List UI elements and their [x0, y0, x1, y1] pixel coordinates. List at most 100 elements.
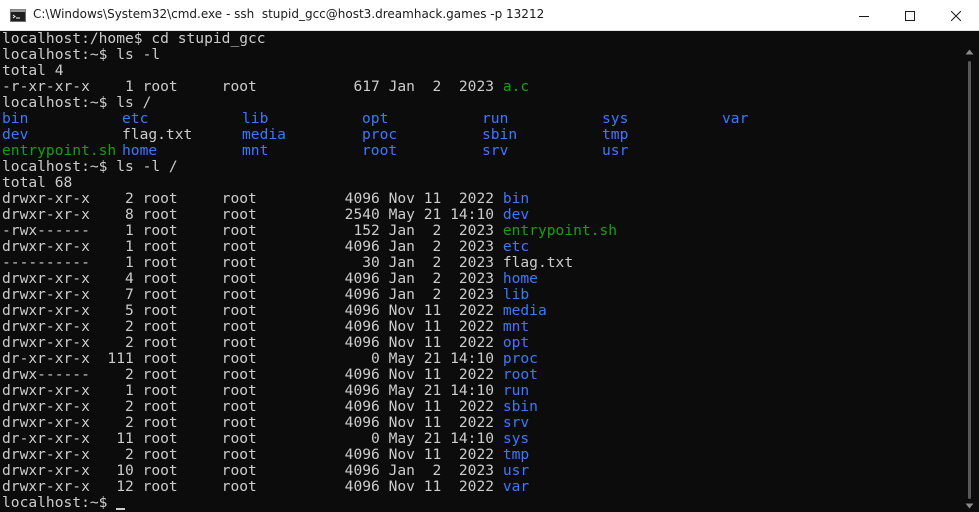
terminal-text: localhost:~$ ls / — [2, 94, 152, 111]
terminal-text: total 4 — [2, 62, 64, 79]
ls-entry: media — [242, 126, 286, 143]
terminal-text: bin — [502, 190, 530, 207]
terminal-text: dr-xr-xr-x 11 root root 0 May 21 14:10 — [2, 430, 503, 447]
terminal-line: localhost:~$ ls / — [2, 95, 960, 111]
ls-entry: entrypoint.sh — [2, 142, 117, 159]
terminal-text: flag.txt — [502, 254, 574, 271]
terminal-text: drwxr-xr-x 2 root root 4096 Nov 11 2022 — [2, 398, 503, 415]
terminal-line: localhost:~$ ls -l / — [2, 159, 960, 175]
terminal-line: drwxr-xr-x 10 root root 4096 Jan 2 2023 … — [2, 463, 960, 479]
ls-entry: sbin — [482, 126, 518, 143]
terminal-line: drwxr-xr-x 12 root root 4096 Nov 11 2022… — [2, 479, 960, 495]
cmd-app-icon — [10, 9, 26, 22]
terminal-text: home — [502, 270, 538, 287]
minimize-icon — [859, 15, 869, 17]
terminal-line: -r-xr-xr-x 1 root root 617 Jan 2 2023 a.… — [2, 79, 960, 95]
terminal-text: dr-xr-xr-x 111 root root 0 May 21 14:10 — [2, 350, 503, 367]
terminal-text: total 68 — [2, 174, 73, 191]
terminal-text: etc — [502, 238, 530, 255]
terminal-text: opt — [502, 334, 530, 351]
terminal-text: entrypoint.sh — [502, 222, 618, 239]
window-title: C:\Windows\System32\cmd.exe - ssh stupid… — [33, 7, 545, 21]
terminal-text: drwxr-xr-x 2 root root 4096 Nov 11 2022 — [2, 446, 503, 463]
close-icon — [951, 10, 961, 21]
terminal-text: drwxr-xr-x 2 root root 4096 Nov 11 2022 — [2, 318, 503, 335]
scroll-up-arrow-icon[interactable] — [965, 49, 974, 55]
ls-entry: var — [722, 110, 749, 127]
ls-entry: home — [122, 142, 158, 159]
terminal-text: localhost:~$ ls -l / — [2, 158, 178, 175]
ls-entry: root — [362, 142, 398, 159]
terminal-text: tmp — [502, 446, 530, 463]
terminal-line: drwxr-xr-x 2 root root 4096 Nov 11 2022 … — [2, 319, 960, 335]
terminal-line: localhost:/home$ cd stupid_gcc — [2, 31, 960, 47]
ls-entry: dev — [2, 126, 29, 143]
terminal-line: drwxr-xr-x 2 root root 4096 Nov 11 2022 … — [2, 335, 960, 351]
vertical-scrollbar[interactable] — [960, 31, 979, 512]
close-button[interactable] — [933, 0, 979, 31]
ls-entry: sys — [602, 110, 629, 127]
terminal-text: drwx------ 2 root root 4096 Nov 11 2022 — [2, 366, 503, 383]
ls-grid-row: dev flag.txt media proc sbin tmp — [2, 127, 960, 143]
scroll-down-arrow-icon[interactable] — [965, 503, 974, 509]
minimize-button[interactable] — [841, 0, 887, 31]
terminal-line: drwx------ 2 root root 4096 Nov 11 2022 … — [2, 367, 960, 383]
terminal-text: proc — [502, 350, 538, 367]
ls-entry: opt — [362, 110, 389, 127]
terminal-text: dev — [502, 206, 530, 223]
prompt-line[interactable]: localhost:~$ — [2, 495, 960, 511]
maximize-button[interactable] — [887, 0, 933, 31]
maximize-icon — [905, 10, 915, 21]
terminal-line: drwxr-xr-x 2 root root 4096 Nov 11 2022 … — [2, 447, 960, 463]
scrollbar-thumb[interactable] — [968, 61, 971, 499]
terminal-text: run — [502, 382, 530, 399]
terminal-text: lib — [502, 286, 530, 303]
terminal-line: drwxr-xr-x 5 root root 4096 Nov 11 2022 … — [2, 303, 960, 319]
ls-entry: usr — [602, 142, 629, 159]
ls-entry: lib — [242, 110, 269, 127]
terminal-line: localhost:~$ ls -l — [2, 47, 960, 63]
terminal-line: drwxr-xr-x 2 root root 4096 Nov 11 2022 … — [2, 399, 960, 415]
terminal-text: -r-xr-xr-x 1 root root 617 Jan 2 2023 — [2, 78, 503, 95]
terminal-text: drwxr-xr-x 4 root root 4096 Jan 2 2023 — [2, 270, 503, 287]
ls-entry: flag.txt — [122, 126, 193, 143]
terminal-text: srv — [502, 414, 530, 431]
terminal-text: drwxr-xr-x 5 root root 4096 Nov 11 2022 — [2, 302, 503, 319]
ls-entry: mnt — [242, 142, 269, 159]
terminal-line: drwxr-xr-x 8 root root 2540 May 21 14:10… — [2, 207, 960, 223]
terminal-line: total 68 — [2, 175, 960, 191]
terminal-text: var — [502, 478, 530, 495]
terminal-line: -rwx------ 1 root root 152 Jan 2 2023 en… — [2, 223, 960, 239]
terminal-text: drwxr-xr-x 1 root root 4096 Jan 2 2023 — [2, 238, 503, 255]
terminal-line: drwxr-xr-x 7 root root 4096 Jan 2 2023 l… — [2, 287, 960, 303]
terminal-line: ---------- 1 root root 30 Jan 2 2023 fla… — [2, 255, 960, 271]
terminal-text: usr — [502, 462, 530, 479]
ls-entry: bin — [2, 110, 29, 127]
terminal-text: drwxr-xr-x 2 root root 4096 Nov 11 2022 — [2, 190, 503, 207]
terminal-output[interactable]: localhost:/home$ cd stupid_gcc localhost:… — [2, 31, 960, 512]
terminal-text: drwxr-xr-x 8 root root 2540 May 21 14:10 — [2, 206, 503, 223]
terminal-text: a.c — [502, 78, 530, 95]
terminal-text: drwxr-xr-x 1 root root 4096 May 21 14:10 — [2, 382, 503, 399]
title-bar[interactable]: C:\Windows\System32\cmd.exe - ssh stupid… — [0, 0, 979, 31]
terminal-text: drwxr-xr-x 10 root root 4096 Jan 2 2023 — [2, 462, 503, 479]
terminal-line: drwxr-xr-x 2 root root 4096 Nov 11 2022 … — [2, 415, 960, 431]
terminal-text: drwxr-xr-x 2 root root 4096 Nov 11 2022 — [2, 414, 503, 431]
text-cursor — [116, 508, 126, 510]
ls-entry: run — [482, 110, 509, 127]
terminal-line: total 4 — [2, 63, 960, 79]
terminal-text: root — [502, 366, 538, 383]
terminal-text: media — [502, 302, 547, 319]
terminal-text: -rwx------ 1 root root 152 Jan 2 2023 — [2, 222, 503, 239]
ls-entry: proc — [362, 126, 398, 143]
terminal-line: drwxr-xr-x 1 root root 4096 Jan 2 2023 e… — [2, 239, 960, 255]
terminal-text: localhost:~$ ls -l — [2, 46, 161, 63]
ls-entry: etc — [122, 110, 149, 127]
terminal-text: sys — [502, 430, 530, 447]
shell-prompt: localhost:~$ — [2, 494, 117, 511]
terminal-text: mnt — [502, 318, 530, 335]
terminal-line: drwxr-xr-x 4 root root 4096 Jan 2 2023 h… — [2, 271, 960, 287]
ls-entry: srv — [482, 142, 509, 159]
ls-entry: tmp — [602, 126, 629, 143]
terminal-line: dr-xr-xr-x 11 root root 0 May 21 14:10 s… — [2, 431, 960, 447]
